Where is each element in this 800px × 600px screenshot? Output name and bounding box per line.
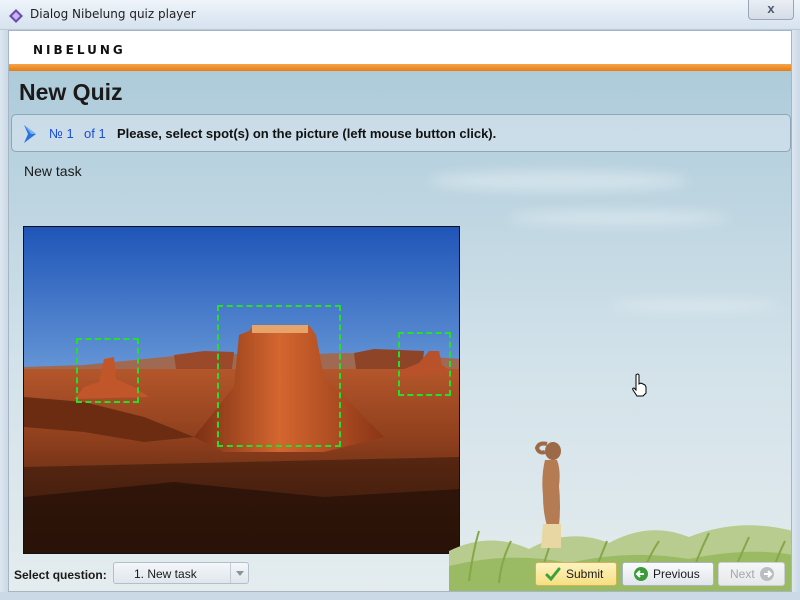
hand-cursor-icon bbox=[632, 373, 647, 397]
arrow-right-circle-icon bbox=[760, 567, 774, 581]
window-title: Dialog Nibelung quiz player bbox=[30, 7, 196, 21]
app-icon bbox=[9, 9, 23, 23]
task-title: New task bbox=[24, 163, 82, 179]
spot-right[interactable] bbox=[398, 332, 451, 396]
question-instruction: Please, select spot(s) on the picture (l… bbox=[117, 126, 497, 141]
arrow-left-circle-icon bbox=[634, 567, 648, 581]
cloud bbox=[429, 171, 689, 191]
question-select-value: 1. New task bbox=[134, 567, 197, 581]
select-question-label: Select question: bbox=[14, 568, 107, 582]
nibelung-logo: NIBELUNG bbox=[33, 43, 126, 57]
question-select[interactable]: 1. New task bbox=[113, 562, 249, 584]
next-label: Next bbox=[730, 567, 755, 581]
quiz-player-area: NIBELUNG New Quiz № 1 of 1 Please, selec… bbox=[8, 30, 792, 592]
window-frame-left bbox=[0, 30, 8, 600]
chevron-right-icon bbox=[24, 125, 36, 143]
window-frame-right bbox=[792, 30, 800, 600]
question-number: № 1 bbox=[49, 126, 74, 141]
previous-button[interactable]: Previous bbox=[622, 562, 714, 586]
checkmark-icon bbox=[545, 567, 561, 582]
previous-label: Previous bbox=[653, 567, 700, 581]
window-titlebar[interactable]: Dialog Nibelung quiz player x bbox=[0, 0, 800, 30]
submit-button[interactable]: Submit bbox=[535, 562, 617, 586]
cloud bbox=[509, 211, 729, 225]
person-figure bbox=[534, 441, 561, 548]
spot-center[interactable] bbox=[217, 305, 341, 447]
quiz-picture[interactable] bbox=[23, 226, 460, 554]
cloud bbox=[609, 301, 779, 311]
quiz-title: New Quiz bbox=[19, 79, 123, 105]
question-instruction-bar: № 1 of 1 Please, select spot(s) on the p… bbox=[11, 114, 791, 152]
submit-label: Submit bbox=[566, 567, 604, 581]
orange-stripe bbox=[9, 64, 791, 71]
next-button[interactable]: Next bbox=[718, 562, 785, 586]
question-total: of 1 bbox=[84, 126, 106, 141]
window-frame-bottom bbox=[0, 592, 800, 600]
chevron-down-icon[interactable] bbox=[230, 563, 248, 583]
spot-left[interactable] bbox=[76, 338, 139, 403]
close-button[interactable]: x bbox=[748, 0, 794, 20]
brand-bar: NIBELUNG bbox=[9, 31, 791, 64]
